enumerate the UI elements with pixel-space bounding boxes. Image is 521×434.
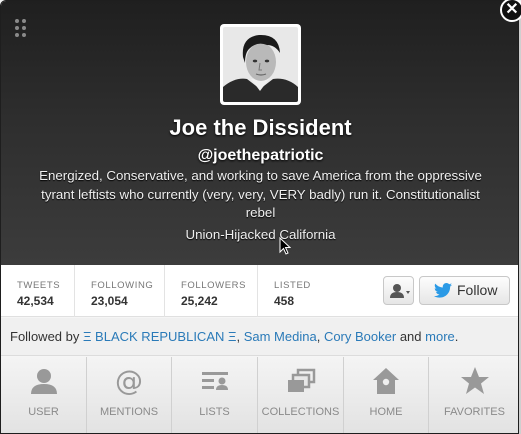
- avatar[interactable]: [220, 24, 301, 105]
- profile-name: Joe the Dissident: [169, 115, 352, 140]
- follower-link[interactable]: Cory Booker: [324, 329, 396, 344]
- nav-mentions[interactable]: @ MENTIONS: [86, 357, 171, 433]
- separator: ,: [236, 329, 241, 344]
- nav-collections[interactable]: COLLECTIONS: [257, 357, 343, 433]
- follower-link[interactable]: Ξ BLACK REPUBLICAN Ξ: [83, 329, 236, 344]
- stat-followers[interactable]: FOLLOWERS 25,242: [164, 265, 257, 317]
- svg-text:@: @: [115, 366, 143, 396]
- stat-label: LISTED: [274, 280, 311, 291]
- profile-header: Joe the Dissident @joethepatriotic Energ…: [1, 1, 518, 265]
- profile-card: Joe the Dissident @joethepatriotic Energ…: [0, 0, 519, 434]
- nav-label: MENTIONS: [99, 406, 159, 418]
- follow-label: Follow: [457, 282, 498, 298]
- close-button[interactable]: ✕: [500, 0, 521, 22]
- lists-icon: [201, 372, 228, 390]
- profile-location: Union-Hijacked California: [185, 227, 336, 242]
- star-icon: [460, 367, 489, 394]
- at-sign-icon: @: [115, 366, 143, 396]
- collections-icon: [287, 368, 315, 392]
- stat-value: 458: [274, 294, 295, 308]
- period: .: [454, 329, 459, 344]
- home-icon: [373, 368, 399, 394]
- nav-favorites[interactable]: FAVORITES: [428, 357, 518, 433]
- followed-by-prefix: Followed by: [10, 329, 80, 344]
- mouse-cursor-icon: [279, 237, 291, 255]
- close-icon: ✕: [505, 1, 519, 18]
- stat-listed[interactable]: LISTED 458: [257, 265, 337, 317]
- stat-following[interactable]: FOLLOWING 23,054: [74, 265, 164, 317]
- avatar-photo: [223, 27, 298, 102]
- profile-bio: Energized, Conservative, and working to …: [39, 168, 482, 220]
- stats-row: TWEETS 42,534 FOLLOWING 23,054 FOLLOWERS…: [1, 265, 518, 317]
- stat-value: 42,534: [17, 294, 54, 308]
- stat-label: FOLLOWERS: [181, 280, 247, 291]
- popup-frame: oll_doom: [0, 0, 521, 434]
- nav-label: HOME: [369, 406, 403, 418]
- nav-user[interactable]: USER: [1, 357, 86, 433]
- stat-tweets[interactable]: TWEETS 42,534: [1, 265, 74, 317]
- grip-icon[interactable]: [15, 19, 29, 39]
- and-text: and: [399, 329, 422, 344]
- nav-label: FAVORITES: [444, 406, 505, 418]
- stat-label: TWEETS: [17, 280, 61, 291]
- user-actions-dropdown-button[interactable]: [383, 276, 414, 305]
- nav-label: USER: [28, 406, 59, 418]
- nav-home[interactable]: HOME: [343, 357, 428, 433]
- stat-value: 25,242: [181, 294, 218, 308]
- follow-button[interactable]: Follow: [419, 276, 510, 305]
- more-link[interactable]: more: [425, 329, 455, 344]
- user-icon: [30, 369, 57, 394]
- nav-label: COLLECTIONS: [261, 406, 340, 418]
- stat-value: 23,054: [91, 294, 128, 308]
- nav-label: LISTS: [199, 406, 230, 418]
- profile-handle[interactable]: @joethepatriotic: [1, 147, 518, 165]
- person-dropdown-icon: [390, 284, 410, 298]
- stat-label: FOLLOWING: [91, 280, 154, 291]
- separator: ,: [316, 329, 321, 344]
- nav-lists[interactable]: LISTS: [171, 357, 257, 433]
- bottom-nav: USER @ MENTIONS LISTS COLLECTIONS HOME F…: [1, 357, 518, 433]
- followed-by-bar: Followed by Ξ BLACK REPUBLICAN Ξ, Sam Me…: [1, 318, 518, 356]
- twitter-bird-icon: [434, 283, 452, 298]
- follower-link[interactable]: Sam Medina: [244, 329, 317, 344]
